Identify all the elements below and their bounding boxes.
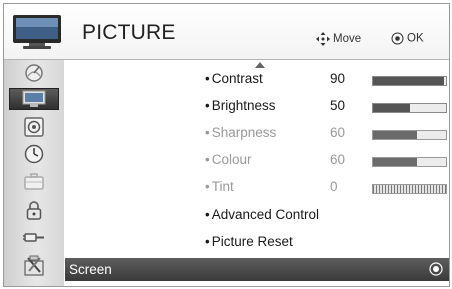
sidebar-item-support[interactable] [9,255,59,277]
menu-header: PICTURE Move OK [4,4,449,60]
move-hint: Move [316,32,361,46]
clock-icon [24,144,44,164]
menu-item-value: 0 [330,179,338,194]
navigation-arrows-icon [316,32,330,46]
menu-content: Contrast 90 Brightness 50 Sharpness 60 C… [65,60,449,286]
menu-item-screen-selected[interactable]: Screen [65,258,449,281]
tools-icon [24,255,44,276]
menu-item-label: Picture Reset [205,234,293,249]
menu-item-value: 60 [330,152,346,167]
menu-item-value: 50 [330,98,346,113]
screen-label: Screen [69,262,112,277]
speaker-icon [24,117,44,137]
sharpness-level-bar [372,130,447,140]
ok-hint: OK [391,32,424,45]
sidebar-item-channel[interactable] [9,62,59,84]
menu-item-sharpness: Sharpness 60 [65,121,449,145]
menu-item-label: Advanced Control [205,207,319,222]
contrast-level-bar[interactable] [372,76,447,86]
tv-picture-icon [22,90,46,107]
lock-icon [26,201,42,220]
tint-balance-bar [372,184,447,194]
page-title: PICTURE [82,21,176,44]
menu-item-label: Colour [205,152,252,167]
ok-button-icon [391,32,404,45]
menu-item-value: 60 [330,125,346,140]
menu-item-advanced-control[interactable]: Advanced Control [65,203,449,227]
sidebar-item-input[interactable] [9,227,59,249]
tv-icon [13,15,61,49]
menu-item-tint: Tint 0 [65,175,449,199]
menu-item-label: Tint [205,179,234,194]
menu-item-picture-reset[interactable]: Picture Reset [65,230,449,254]
brightness-level-bar[interactable] [372,103,447,113]
menu-item-label: Contrast [205,71,263,86]
colour-level-bar [372,157,447,167]
sidebar-item-picture[interactable] [9,88,59,110]
satellite-dish-icon [25,64,43,82]
move-hint-label: Move [333,33,362,46]
sidebar-item-option[interactable] [9,171,59,193]
menu-item-colour: Colour 60 [65,148,449,172]
input-plug-icon [23,233,44,242]
ok-hint-label: OK [407,32,424,45]
sidebar-item-audio[interactable] [9,116,59,138]
menu-item-label: Brightness [205,98,276,113]
picture-menu-window: PICTURE Move OK • Contrast 90 • Brightne… [3,3,450,287]
briefcase-icon [24,173,44,190]
category-sidebar [4,60,64,286]
sidebar-item-time[interactable] [9,143,59,165]
menu-item-brightness[interactable]: Brightness 50 [65,94,449,118]
ok-button-icon [429,262,443,276]
menu-item-value: 90 [330,71,346,86]
sidebar-item-lock[interactable] [9,199,59,221]
menu-item-contrast[interactable]: Contrast 90 [65,67,449,91]
menu-item-label: Sharpness [205,125,277,140]
